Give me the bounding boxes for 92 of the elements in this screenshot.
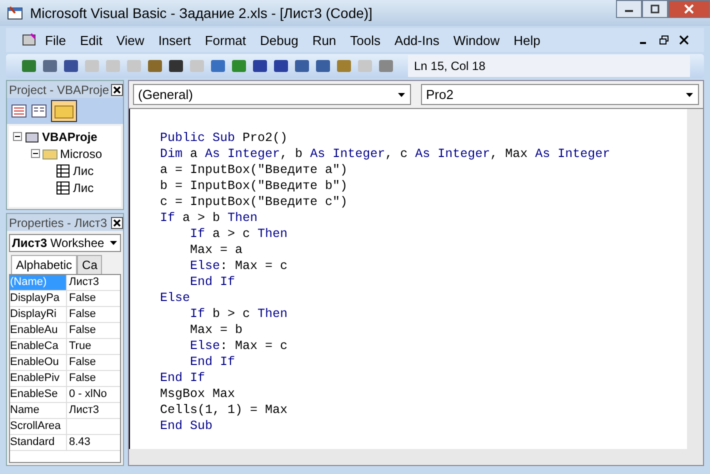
toolbar-icon[interactable] (251, 58, 269, 74)
code-line: If a > b Then (160, 211, 259, 227)
property-value[interactable]: True (67, 339, 92, 354)
horizontal-scrollbar[interactable] (129, 449, 703, 465)
property-name[interactable]: DisplayRi (10, 307, 67, 322)
code-line: Max = b (189, 323, 244, 339)
menu-item[interactable]: View (109, 32, 152, 48)
code-line: Dim a As Integer, b As Integer, c As Integer, Max As Integer (160, 147, 612, 163)
property-name[interactable]: EnableCa (10, 339, 67, 354)
close-button[interactable] (668, 0, 710, 18)
property-name[interactable]: ScrollArea (10, 419, 67, 434)
code-line: Cells(1, 1) = Max (160, 403, 289, 419)
tree-item[interactable]: Microso (60, 146, 102, 160)
code-line: c = InputBox("Введите c") (160, 195, 349, 211)
menu-item[interactable]: Help (506, 32, 548, 48)
panel-title: Project - VBAProje (9, 82, 110, 96)
panel-title: Properties - Лист3 (9, 216, 108, 230)
project-icon (24, 130, 40, 144)
tab[interactable]: Ca (77, 255, 102, 274)
tab[interactable]: Alphabetic (11, 255, 78, 274)
property-name[interactable]: EnablePiv (10, 371, 67, 386)
code-line: If a > c Then (189, 227, 289, 243)
object-dropdown[interactable]: (General) (133, 84, 411, 105)
collapse-toggle[interactable] (31, 149, 40, 158)
property-name[interactable]: EnableSe (10, 387, 67, 402)
menu-item[interactable]: Add-Ins (388, 32, 446, 48)
code-line: Else (160, 291, 192, 307)
menu-item[interactable]: Insert (151, 32, 198, 48)
toolbar-icon[interactable] (272, 58, 290, 74)
view-code-icon[interactable] (11, 104, 27, 118)
code-line: End If (189, 275, 236, 291)
cursor-position: Ln 15, Col 18 (408, 55, 690, 77)
property-value[interactable]: False (67, 291, 96, 306)
restore-icon[interactable] (659, 35, 669, 45)
code-line: If b > c Then (189, 307, 289, 323)
sheet-icon (55, 164, 71, 178)
property-value[interactable]: Лист3 (67, 275, 100, 290)
code-line: Max = a (189, 243, 244, 259)
toolbar-icon[interactable] (167, 58, 185, 74)
folder-icon (42, 146, 58, 160)
menu-item[interactable]: Format (198, 32, 253, 48)
toolbar-icon[interactable] (41, 58, 59, 74)
maximize-button[interactable] (642, 0, 668, 18)
toolbar-icon[interactable] (314, 58, 332, 74)
code-line: Else: Max = c (189, 339, 289, 355)
sheet-icon (55, 180, 71, 194)
property-value[interactable]: False (67, 307, 96, 322)
tree-item[interactable]: Лис (73, 164, 94, 178)
app-icon (6, 5, 24, 21)
collapse-toggle[interactable] (13, 132, 22, 141)
toolbar-icon[interactable] (62, 58, 80, 74)
tree-item[interactable]: Лис (73, 180, 94, 194)
minimize-button[interactable] (616, 0, 642, 18)
property-value[interactable]: Лист3 (67, 403, 100, 418)
close-icon[interactable] (679, 35, 689, 45)
code-line: MsgBox Max (160, 387, 236, 403)
vertical-scrollbar[interactable] (687, 109, 703, 449)
property-value[interactable]: 8.43 (67, 435, 90, 450)
view-object-icon[interactable] (31, 104, 47, 118)
code-line: Public Sub Pro2() (160, 131, 289, 147)
procedure-dropdown[interactable]: Pro2 (421, 84, 699, 105)
menu-item[interactable]: Run (305, 32, 344, 48)
property-name[interactable]: DisplayPa (10, 291, 67, 306)
vba-module-icon[interactable] (20, 32, 38, 48)
code-line: b = InputBox("Введите b") (160, 179, 349, 195)
maximize-icon (650, 4, 660, 14)
property-name[interactable]: Standard (10, 435, 67, 450)
folder-icon[interactable] (51, 100, 77, 122)
property-value[interactable]: False (67, 355, 96, 370)
tree-item[interactable]: VBAProje (42, 130, 98, 144)
property-value[interactable]: False (67, 323, 96, 338)
code-line: End If (189, 355, 236, 371)
code-line: a = InputBox("Введите a") (160, 163, 349, 179)
close-icon[interactable] (111, 84, 123, 96)
window-title: Microsoft Visual Basic - Задание 2.xls - [Лист3 (Code)] (30, 5, 372, 21)
close-icon (684, 4, 694, 14)
object-dropdown[interactable]: Лист3 Workshee (9, 234, 121, 252)
property-value[interactable]: 0 - xlNo (67, 387, 107, 402)
menu-item[interactable]: Window (446, 32, 507, 48)
code-line: Else: Max = c (189, 259, 289, 275)
property-name[interactable]: EnableAu (10, 323, 67, 338)
menu-item[interactable]: Debug (253, 32, 306, 48)
property-value[interactable]: False (67, 371, 96, 386)
property-name[interactable]: Name (10, 403, 67, 418)
menu-item[interactable]: Edit (72, 32, 110, 48)
code-line: End Sub (160, 419, 214, 435)
code-line: End If (160, 371, 206, 387)
property-name[interactable]: EnableOu (10, 355, 67, 370)
menu-item[interactable]: File (38, 32, 73, 48)
close-icon[interactable] (111, 216, 123, 228)
toolbar-icon[interactable] (293, 58, 311, 74)
menu-item[interactable]: Tools (343, 32, 388, 48)
